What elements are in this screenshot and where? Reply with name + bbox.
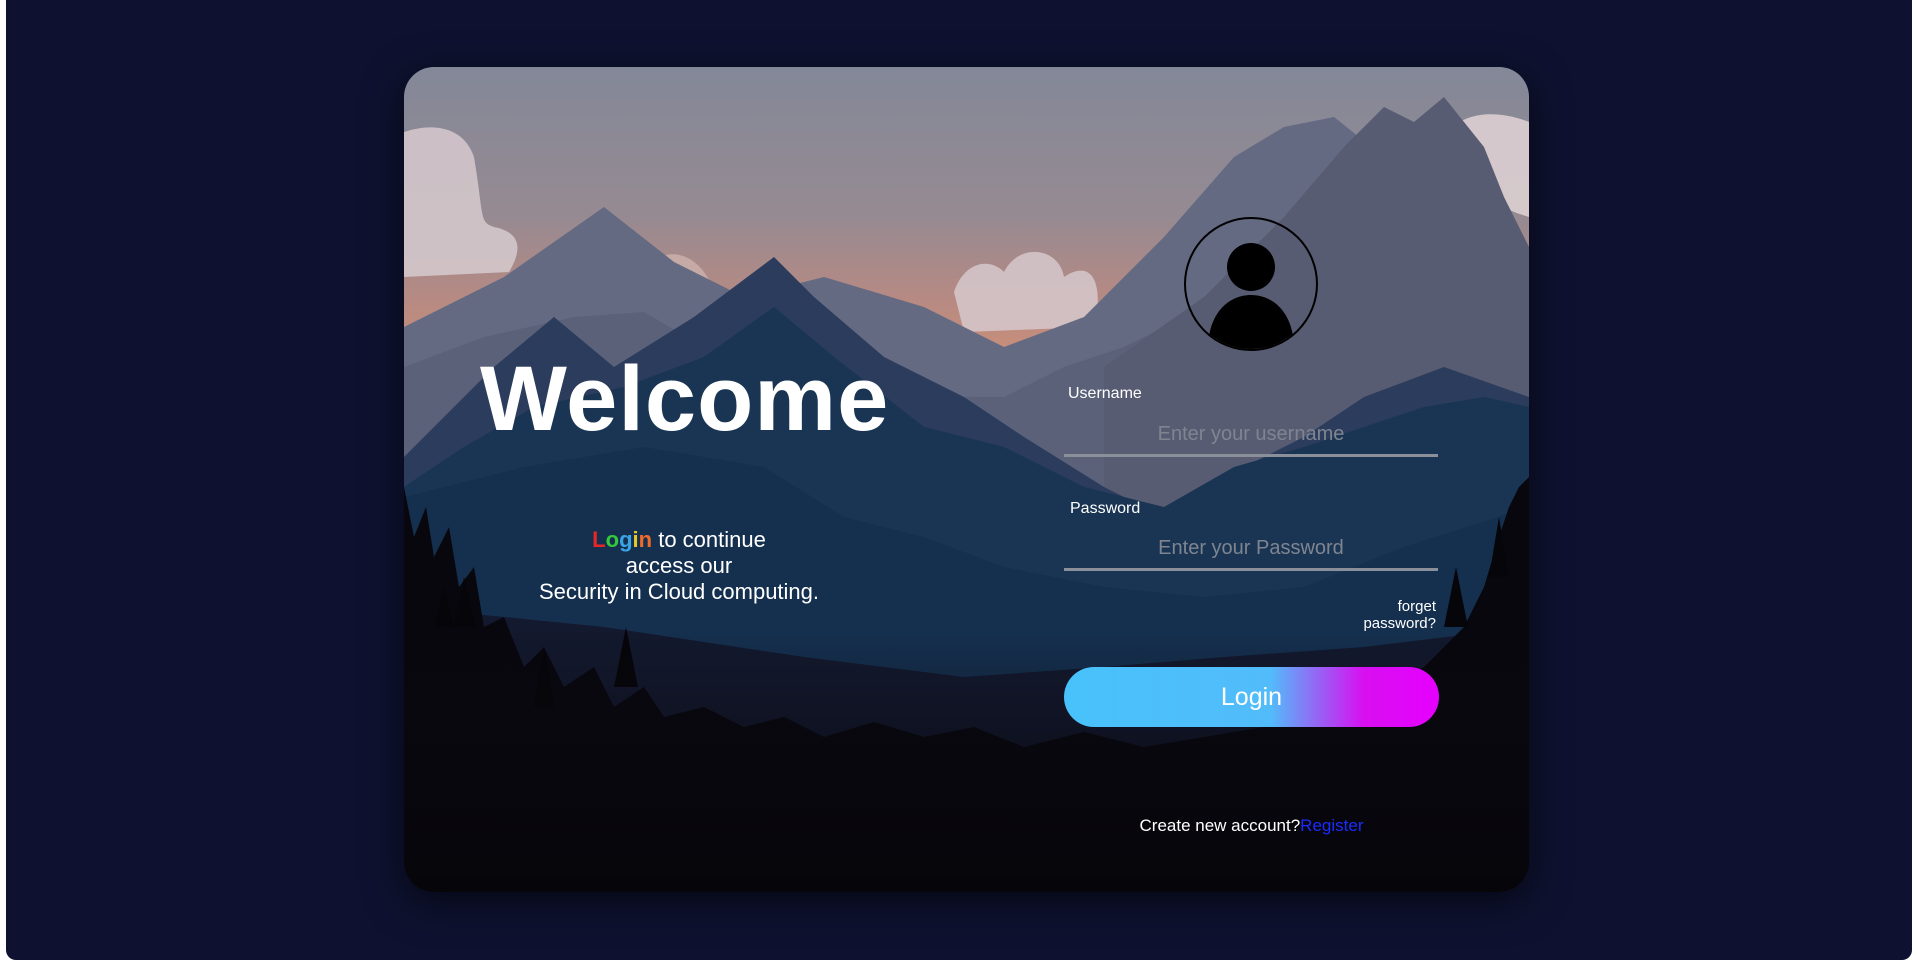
tagline-login-letter: g [619,527,633,552]
username-label: Username [1068,385,1142,402]
page-background: Welcome Login to continue access our Sec… [6,0,1912,960]
tagline-login-letter: o [605,527,620,552]
tagline-line-1-text: to continue [652,527,766,552]
register-link[interactable]: Register [1300,816,1363,835]
create-account-row: Create new account?Register [1064,816,1439,836]
username-input[interactable] [1064,415,1438,457]
login-button[interactable]: Login [1064,667,1439,727]
user-avatar-icon [1184,217,1318,351]
tagline-line-1: Login to continue [519,527,839,553]
create-account-text: Create new account? [1139,816,1301,835]
login-card: Welcome Login to continue access our Sec… [404,67,1529,892]
tagline-login-letter: n [638,527,653,552]
password-input[interactable] [1064,529,1438,571]
welcome-heading: Welcome [480,348,890,450]
forgot-password-link[interactable]: forget password? [1324,598,1436,632]
password-label: Password [1070,500,1141,517]
tagline-line-3: Security in Cloud computing. [538,579,820,604]
tagline-line-2: access our [625,553,733,578]
welcome-tagline: Login to continue access our Security in… [519,527,839,605]
tagline-login-letter: L [592,527,606,552]
mountain-landscape-background [404,67,1529,892]
